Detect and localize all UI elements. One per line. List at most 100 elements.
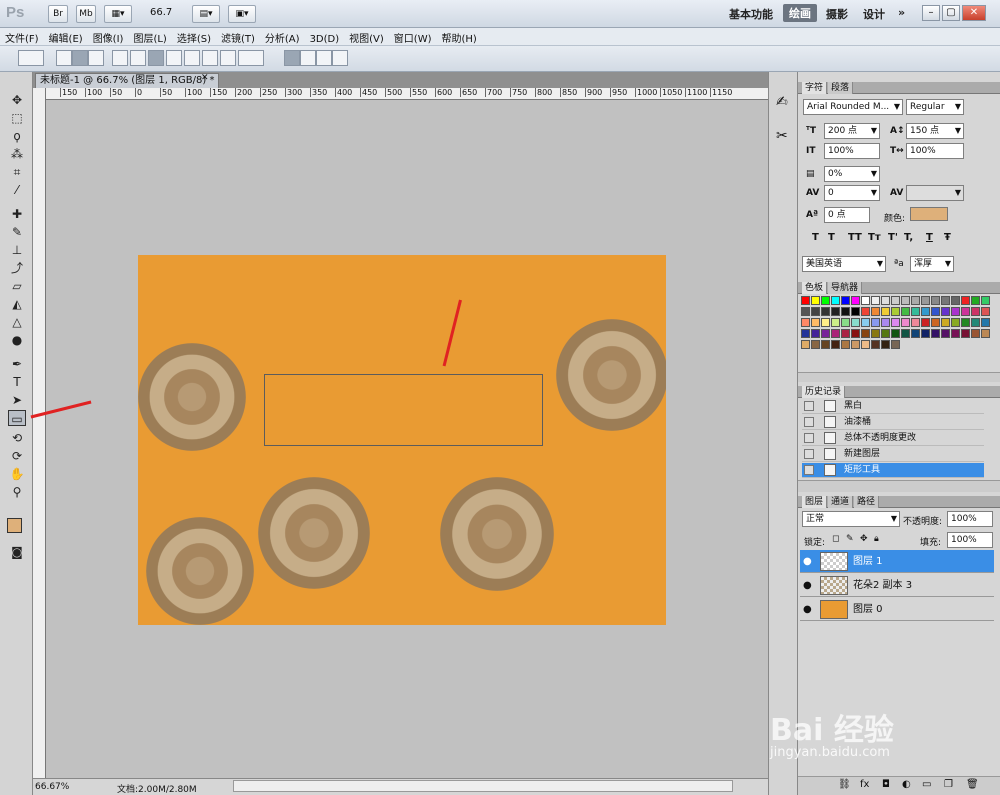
blend-mode-select[interactable]: 正常 <box>802 511 900 527</box>
visibility-eye-icon[interactable]: ● <box>803 574 812 597</box>
workspace-design[interactable]: 设计 <box>863 6 885 22</box>
color-swatch[interactable] <box>811 318 820 327</box>
color-swatch[interactable] <box>951 296 960 305</box>
color-swatch[interactable] <box>941 307 950 316</box>
lock-image-icon[interactable]: ✎ <box>846 534 854 544</box>
color-swatch[interactable] <box>941 318 950 327</box>
color-swatch[interactable] <box>971 296 980 305</box>
color-swatch[interactable] <box>961 307 970 316</box>
color-swatch[interactable] <box>941 329 950 338</box>
more-workspaces-button[interactable]: » <box>898 6 905 19</box>
antialias-select[interactable]: 浑厚 <box>910 256 954 272</box>
color-swatch[interactable] <box>911 307 920 316</box>
history-item[interactable]: 黑白 <box>802 399 984 414</box>
tab-paragraph[interactable]: 段落 <box>828 82 854 94</box>
color-swatch[interactable] <box>891 329 900 338</box>
kerning-field[interactable]: 0 <box>824 185 880 201</box>
color-swatch[interactable] <box>811 296 820 305</box>
color-swatch[interactable] <box>971 307 980 316</box>
color-swatch[interactable] <box>901 307 910 316</box>
color-swatch[interactable] <box>831 318 840 327</box>
workspace-painting[interactable]: 绘画 <box>783 4 817 22</box>
view-extras-dropdown[interactable]: ▦▾ <box>104 5 132 23</box>
minibridge-button[interactable]: Mb <box>76 5 96 23</box>
color-swatch[interactable] <box>881 329 890 338</box>
tab-layers[interactable]: 图层 <box>802 496 828 508</box>
document-tab[interactable]: 未标题-1 @ 66.7% (图层 1, RGB/8) * <box>35 73 220 88</box>
color-swatch[interactable] <box>801 340 810 349</box>
color-swatch[interactable] <box>931 318 940 327</box>
color-swatch[interactable] <box>861 340 870 349</box>
color-swatch[interactable] <box>801 318 810 327</box>
rounded-rectangle-icon[interactable] <box>166 50 182 66</box>
color-swatch[interactable] <box>841 329 850 338</box>
link-layers-icon[interactable]: ⛓ <box>838 779 851 790</box>
color-swatch[interactable] <box>891 318 900 327</box>
history-item[interactable]: 总体不透明度更改 <box>802 431 984 446</box>
font-style-select[interactable]: Regular <box>906 99 964 115</box>
paths-icon[interactable] <box>72 50 88 66</box>
color-swatch[interactable] <box>901 318 910 327</box>
color-swatch[interactable] <box>831 340 840 349</box>
color-swatch[interactable] <box>801 329 810 338</box>
color-swatch[interactable] <box>891 296 900 305</box>
blur-tool-icon[interactable]: △ <box>8 314 26 330</box>
color-swatch[interactable] <box>891 340 900 349</box>
layer-mask-icon[interactable]: ◘ <box>882 779 890 790</box>
quick-mask-icon[interactable]: ◙ <box>8 544 26 560</box>
freeform-pen-icon[interactable] <box>130 50 146 66</box>
arrange-documents-dropdown[interactable]: ▤▾ <box>192 5 220 23</box>
font-family-select[interactable]: Arial Rounded M... <box>803 99 903 115</box>
color-swatch[interactable] <box>851 296 860 305</box>
tab-history[interactable]: 历史记录 <box>802 386 846 398</box>
color-swatch[interactable] <box>941 296 950 305</box>
color-swatch[interactable] <box>861 329 870 338</box>
history-item[interactable]: 新建图层 <box>802 447 984 462</box>
color-swatch[interactable] <box>841 307 850 316</box>
minimize-icon[interactable]: – <box>922 5 940 21</box>
shape-layers-icon[interactable] <box>56 50 72 66</box>
menu-window[interactable]: 窗口(W) <box>389 28 437 45</box>
text-color-swatch[interactable] <box>910 207 948 221</box>
leading-field[interactable]: 150 点 <box>906 123 964 139</box>
color-swatch[interactable] <box>851 340 860 349</box>
status-zoom[interactable]: 66.67% <box>35 782 69 792</box>
fill-pixels-icon[interactable] <box>88 50 104 66</box>
color-swatch[interactable] <box>911 296 920 305</box>
custom-shape-icon[interactable] <box>238 50 264 66</box>
color-swatch[interactable] <box>961 329 970 338</box>
color-swatch[interactable] <box>921 307 930 316</box>
history-state-checkbox[interactable] <box>804 449 814 459</box>
color-swatch[interactable] <box>861 318 870 327</box>
color-swatch[interactable] <box>981 329 990 338</box>
color-swatch[interactable] <box>911 329 920 338</box>
color-swatch[interactable] <box>841 318 850 327</box>
visibility-eye-icon[interactable]: ● <box>803 550 812 573</box>
color-swatch[interactable] <box>861 296 870 305</box>
menu-select[interactable]: 选择(S) <box>172 28 216 45</box>
font-size-field[interactable]: 200 点 <box>824 123 880 139</box>
tab-paths[interactable]: 路径 <box>854 496 880 508</box>
color-swatch[interactable] <box>831 329 840 338</box>
color-swatch[interactable] <box>871 318 880 327</box>
color-swatch[interactable] <box>841 296 850 305</box>
tab-channels[interactable]: 通道 <box>828 496 854 508</box>
tool-presets-icon[interactable]: ✂ <box>776 128 788 144</box>
rectangle-path[interactable] <box>264 374 543 446</box>
brush-tool-icon[interactable]: ✎ <box>8 224 26 240</box>
new-group-icon[interactable]: ▭ <box>922 779 931 790</box>
document-image[interactable] <box>138 255 666 625</box>
healing-brush-icon[interactable]: ✚ <box>8 206 26 222</box>
horizontal-scale-field[interactable]: 100% <box>906 143 964 159</box>
history-item-selected[interactable]: 矩形工具 <box>802 463 984 478</box>
tab-swatches[interactable]: 色板 <box>802 282 828 294</box>
path-selection-icon[interactable]: ➤ <box>8 392 26 408</box>
tracking-field[interactable] <box>906 185 964 201</box>
menu-help[interactable]: 帮助(H) <box>437 28 482 45</box>
color-swatch[interactable] <box>851 329 860 338</box>
color-swatch[interactable] <box>951 329 960 338</box>
color-swatch[interactable] <box>921 318 930 327</box>
foreground-color-swatch[interactable] <box>7 518 22 533</box>
tab-navigator[interactable]: 导航器 <box>828 282 863 294</box>
3d-orbit-icon[interactable]: ⟳ <box>8 448 26 464</box>
